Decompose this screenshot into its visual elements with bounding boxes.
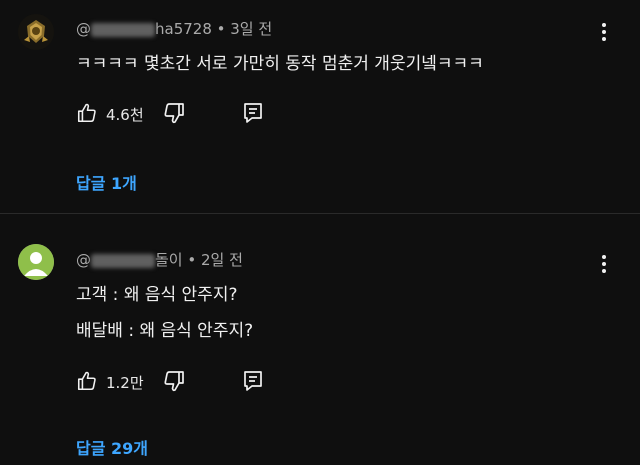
avatar[interactable]: [18, 14, 54, 50]
comment-divider: [0, 213, 640, 214]
meta-separator: •: [211, 20, 231, 38]
comment-age[interactable]: 3일 전: [230, 20, 272, 38]
view-replies-button[interactable]: 답글 1개: [76, 170, 137, 194]
more-options-button[interactable]: [596, 254, 612, 274]
comment-text-line: 배달배 : 왜 음식 안주지?: [76, 321, 254, 341]
avatar[interactable]: [18, 244, 54, 280]
thumb-down-icon[interactable]: [162, 101, 186, 125]
author-handle[interactable]: @ 돌이: [76, 251, 183, 269]
author-handle[interactable]: @ ha5728: [76, 20, 212, 38]
like-count: 4.6천: [106, 106, 144, 124]
reply-icon[interactable]: [241, 369, 265, 393]
reply-icon[interactable]: [241, 101, 265, 125]
comment-meta: @ ha5728 • 3일 전: [76, 18, 272, 39]
thumb-up-icon[interactable]: [76, 369, 98, 393]
comment: @ ha5728 • 3일 전 ㅋㅋㅋㅋ 몇초간 서로 가만히 동작 멈춘거 개웃…: [0, 0, 640, 212]
meta-separator: •: [182, 251, 201, 269]
redacted-handle: [91, 253, 155, 268]
comment-age[interactable]: 2일 전: [201, 251, 243, 269]
default-user-avatar-icon: [18, 244, 54, 280]
thumb-down-icon[interactable]: [162, 369, 186, 393]
view-replies-button[interactable]: 답글 29개: [76, 435, 148, 459]
badge-avatar-icon: [18, 14, 54, 50]
more-options-button[interactable]: [596, 22, 612, 42]
comment-text: ㅋㅋㅋㅋ 몇초간 서로 가만히 동작 멈춘거 개웃기넼ㅋㅋㅋ: [76, 54, 484, 74]
comment-meta: @ 돌이 • 2일 전: [76, 249, 243, 270]
redacted-handle: [91, 22, 155, 37]
comment: @ 돌이 • 2일 전 고객 : 왜 음식 안주지? 배달배 : 왜 음식 안주지…: [0, 232, 640, 465]
thumb-up-icon[interactable]: [76, 101, 98, 125]
comment-text-line: 고객 : 왜 음식 안주지?: [76, 285, 238, 305]
like-count: 1.2만: [106, 374, 144, 392]
